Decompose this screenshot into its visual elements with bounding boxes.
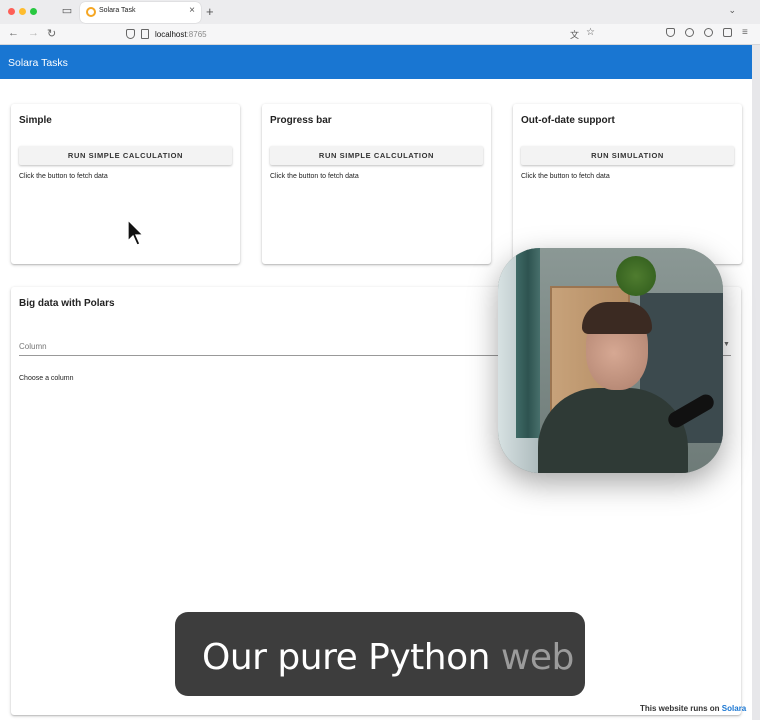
address-bar[interactable]: localhost:8765 文 ☆ — [120, 26, 605, 43]
pocket-icon[interactable] — [666, 28, 675, 37]
card-title: Simple — [19, 115, 52, 126]
card-title: Progress bar — [270, 115, 332, 126]
bookmark-star-icon[interactable]: ☆ — [586, 27, 595, 38]
back-icon[interactable]: ← — [8, 27, 19, 39]
reload-icon[interactable]: ↻ — [47, 27, 56, 40]
card-status: Click the button to fetch data — [19, 173, 108, 180]
translate-icon[interactable]: 文 — [570, 28, 579, 41]
tab-title: Solara Task — [99, 7, 136, 14]
solara-favicon-icon — [86, 7, 96, 17]
download-icon[interactable] — [704, 28, 713, 37]
forward-icon[interactable]: → — [28, 27, 39, 39]
app-bar: Solara Tasks — [0, 45, 752, 79]
caption-overlay: Our pure Python web — [175, 612, 585, 696]
footer: This website runs on Solara — [640, 704, 746, 713]
account-icon[interactable] — [685, 28, 694, 37]
minimize-window-icon[interactable] — [19, 8, 26, 15]
webcam-curtain — [516, 248, 540, 438]
url-port: :8765 — [186, 30, 207, 39]
card-progress-bar: Progress bar RUN SIMPLE CALCULATION Clic… — [262, 104, 491, 264]
caption-text: Our pure Python web — [202, 637, 574, 678]
card-out-of-date: Out-of-date support RUN SIMULATION Click… — [513, 104, 742, 264]
tab-close-icon[interactable]: × — [189, 5, 195, 16]
tracking-shield-icon[interactable] — [126, 29, 135, 39]
webcam-plant — [616, 256, 656, 296]
solara-link[interactable]: Solara — [722, 704, 746, 713]
chevron-down-icon[interactable]: ⌄ — [728, 5, 736, 16]
tab-overview-icon[interactable]: ▭ — [60, 5, 74, 18]
browser-tab[interactable]: Solara Task × — [80, 2, 201, 23]
dropdown-arrow-icon[interactable]: ▼ — [723, 341, 730, 348]
column-select-label[interactable]: Column — [19, 342, 47, 351]
caption-main: Our pure Python — [202, 637, 490, 678]
card-title: Big data with Polars — [19, 298, 115, 309]
webcam-person-body — [538, 388, 688, 473]
menu-icon[interactable]: ≡ — [742, 27, 748, 38]
card-status: Click the button to fetch data — [270, 173, 359, 180]
footer-text: This website runs on — [640, 704, 722, 713]
caption-dim: web — [500, 637, 574, 678]
webcam-overlay — [498, 248, 723, 473]
column-helper-text: Choose a column — [19, 375, 74, 382]
webcam-person-hair — [582, 302, 652, 334]
card-status: Click the button to fetch data — [521, 173, 610, 180]
maximize-window-icon[interactable] — [30, 8, 37, 15]
app-title: Solara Tasks — [8, 57, 68, 69]
close-window-icon[interactable] — [8, 8, 15, 15]
browser-tab-bar: ▭ Solara Task × + ⌄ — [0, 0, 760, 24]
run-simple-calculation-button[interactable]: RUN SIMPLE CALCULATION — [19, 146, 232, 165]
new-tab-icon[interactable]: + — [206, 4, 214, 19]
page-info-icon[interactable] — [141, 29, 149, 39]
card-simple: Simple RUN SIMPLE CALCULATION Click the … — [11, 104, 240, 264]
card-title: Out-of-date support — [521, 115, 615, 126]
run-progress-calculation-button[interactable]: RUN SIMPLE CALCULATION — [270, 146, 483, 165]
run-simulation-button[interactable]: RUN SIMULATION — [521, 146, 734, 165]
url-host: localhost — [155, 30, 187, 39]
extensions-icon[interactable] — [723, 28, 732, 37]
browser-nav-bar: ← → ↻ localhost:8765 文 ☆ ≡ — [0, 24, 760, 45]
mouse-cursor-icon — [127, 219, 145, 246]
url-text[interactable]: localhost:8765 — [155, 30, 207, 39]
